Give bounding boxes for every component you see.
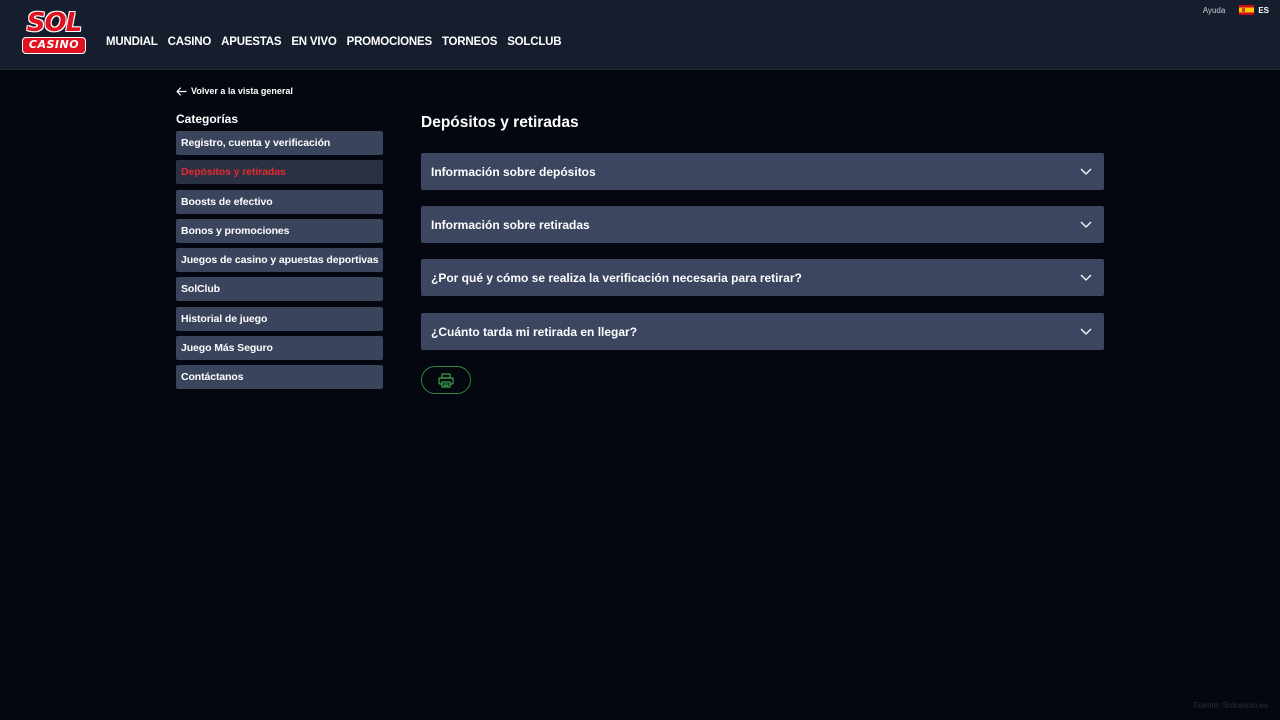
faq-question: ¿Cuánto tarda mi retirada en llegar? bbox=[431, 324, 638, 339]
chevron-down-icon bbox=[1080, 168, 1092, 175]
faq-question: Información sobre retiradas bbox=[431, 217, 590, 232]
print-button[interactable] bbox=[421, 366, 471, 394]
sidebar-item-juegos[interactable]: Juegos de casino y apuestas deportivas bbox=[176, 248, 383, 273]
language-selector[interactable]: ES bbox=[1258, 6, 1269, 15]
nav-item-promociones[interactable]: PROMOCIONES bbox=[347, 36, 433, 48]
sidebar-item-depositos-active[interactable]: Depósitos y retiradas bbox=[176, 160, 383, 185]
faq-question: Información sobre depósitos bbox=[431, 164, 596, 179]
logo-casino-text: CASINO bbox=[22, 37, 86, 54]
nav-item-torneos[interactable]: TORNEOS bbox=[442, 36, 497, 48]
sidebar-item-solclub[interactable]: SolClub bbox=[176, 277, 383, 302]
source-watermark: Fuente: Solcasino.es bbox=[1193, 701, 1268, 710]
main-nav: MUNDIAL CASINO APUESTAS EN VIVO PROMOCIO… bbox=[106, 36, 562, 48]
header-utility: Ayuda ES bbox=[1203, 5, 1269, 15]
faq-accordion-retiradas[interactable]: Información sobre retiradas bbox=[421, 206, 1104, 243]
nav-item-solclub[interactable]: SOLCLUB bbox=[507, 36, 561, 48]
nav-item-mundial[interactable]: MUNDIAL bbox=[106, 36, 158, 48]
back-to-overview-link[interactable]: Volver a la vista general bbox=[176, 86, 293, 96]
sidebar-item-juego-seguro[interactable]: Juego Más Seguro bbox=[176, 336, 383, 361]
sidebar-item-historial[interactable]: Historial de juego bbox=[176, 306, 383, 331]
solcasino-logo[interactable]: SOL CASINO bbox=[20, 10, 88, 56]
faq-accordion-depositos[interactable]: Información sobre depósitos bbox=[421, 153, 1104, 190]
help-link[interactable]: Ayuda bbox=[1203, 6, 1226, 15]
logo-sol-text: SOL bbox=[26, 8, 82, 38]
arrow-left-icon bbox=[176, 86, 187, 96]
nav-item-casino[interactable]: CASINO bbox=[168, 36, 212, 48]
printer-icon bbox=[438, 372, 454, 388]
chevron-down-icon bbox=[1080, 221, 1092, 228]
nav-item-en-vivo[interactable]: EN VIVO bbox=[291, 36, 336, 48]
chevron-down-icon bbox=[1080, 274, 1092, 281]
categories-sidebar: Registro, cuenta y verificación Depósito… bbox=[176, 131, 383, 395]
back-link-label: Volver a la vista general bbox=[191, 86, 293, 96]
faq-accordion-verificacion[interactable]: ¿Por qué y cómo se realiza la verificaci… bbox=[421, 259, 1104, 296]
categories-heading: Categorías bbox=[176, 112, 239, 126]
sidebar-item-bonos[interactable]: Bonos y promociones bbox=[176, 218, 383, 243]
chevron-down-icon bbox=[1080, 328, 1092, 335]
page-title: Depósitos y retiradas bbox=[421, 114, 579, 131]
nav-item-apuestas[interactable]: APUESTAS bbox=[221, 36, 281, 48]
faq-question: ¿Por qué y cómo se realiza la verificaci… bbox=[431, 270, 802, 285]
sidebar-item-boosts[interactable]: Boosts de efectivo bbox=[176, 189, 383, 214]
sidebar-item-contactanos[interactable]: Contáctanos bbox=[176, 365, 383, 390]
faq-accordion-tiempo-retirada[interactable]: ¿Cuánto tarda mi retirada en llegar? bbox=[421, 313, 1104, 350]
spain-flag-icon[interactable] bbox=[1239, 5, 1255, 15]
top-header: SOL CASINO MUNDIAL CASINO APUESTAS EN VI… bbox=[0, 0, 1280, 70]
sidebar-item-registro[interactable]: Registro, cuenta y verificación bbox=[176, 131, 383, 155]
